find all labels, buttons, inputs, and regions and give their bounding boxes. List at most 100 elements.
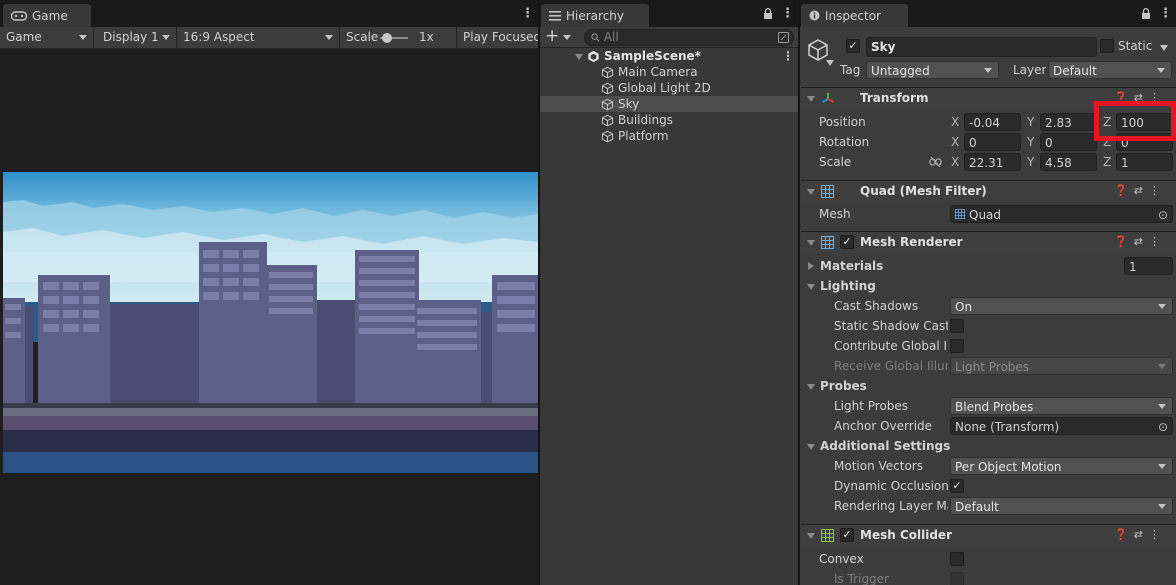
play-focused-label: Play Focused: [463, 30, 538, 44]
foldout-arrow-icon[interactable]: [807, 189, 815, 195]
transform-title: Transform: [860, 91, 929, 105]
lighting-foldout-icon[interactable]: [807, 284, 815, 290]
component-controls[interactable]: ❓⇄⋮: [1114, 184, 1166, 197]
mesh-object-field[interactable]: Quad ⊙: [950, 205, 1173, 223]
layer-dropdown[interactable]: Default: [1048, 61, 1172, 79]
foldout-arrow-icon[interactable]: [807, 96, 815, 102]
expand-arrow-icon[interactable]: [575, 54, 583, 60]
rotation-x-input[interactable]: 0: [964, 133, 1021, 151]
convex-checkbox[interactable]: [950, 552, 964, 566]
scene-menu-icon[interactable]: ⋮: [782, 48, 794, 64]
cast-shadows-value: On: [955, 300, 973, 314]
component-controls[interactable]: ❓⇄⋮: [1114, 235, 1166, 248]
mesh-label: Mesh: [819, 207, 851, 221]
object-picker-icon[interactable]: ⊙: [1158, 418, 1168, 434]
tab-inspector[interactable]: Inspector: [801, 4, 908, 27]
scale-x-input[interactable]: 22.31: [964, 153, 1021, 171]
motion-vectors-dropdown[interactable]: Per Object Motion: [950, 457, 1173, 475]
position-y-axis: Y: [1027, 115, 1035, 129]
chevron-down-icon: [162, 35, 170, 40]
play-focused-dropdown[interactable]: Play Focused: [457, 27, 538, 48]
link-icon[interactable]: [929, 157, 942, 167]
position-y-input[interactable]: 2.83: [1040, 113, 1097, 131]
contribute-gi-label: Contribute Global Illu: [834, 339, 948, 353]
hierarchy-item-label: Global Light 2D: [618, 81, 711, 95]
additional-settings-label: Additional Settings: [820, 439, 951, 453]
probes-foldout-icon[interactable]: [807, 384, 815, 390]
game-toolbar: Game Display 1 16:9 Aspect Scale 1x Play…: [0, 27, 538, 49]
rendering-layer-dropdown[interactable]: Default: [950, 497, 1173, 515]
icon-dropdown-arrow[interactable]: [826, 60, 834, 66]
scale-slider-thumb[interactable]: [382, 33, 392, 43]
mesh-value: Quad: [969, 208, 1002, 222]
contribute-gi-checkbox[interactable]: [950, 339, 964, 353]
hierarchy-item[interactable]: Platform: [540, 128, 798, 144]
mesh-collider-header[interactable]: ✓ Mesh Collider ❓⇄⋮: [801, 524, 1176, 546]
chevron-down-icon: [325, 35, 333, 40]
tab-hierarchy[interactable]: Hierarchy: [541, 4, 649, 27]
anchor-override-field[interactable]: None (Transform) ⊙: [950, 417, 1173, 435]
gameobject-cube-icon: [601, 130, 614, 143]
foldout-arrow-icon[interactable]: [807, 240, 815, 246]
hierarchy-item[interactable]: Main Camera: [540, 64, 798, 80]
mesh-grid-icon: [821, 185, 834, 198]
platform-shadow: [3, 430, 538, 452]
additional-settings-foldout-icon[interactable]: [807, 444, 815, 450]
position-x-input[interactable]: -0.04: [964, 113, 1021, 131]
chevron-down-icon: [563, 35, 571, 40]
lock-icon[interactable]: [763, 8, 773, 20]
mesh-renderer-enabled-checkbox[interactable]: ✓: [840, 235, 854, 249]
search-options-icon[interactable]: [778, 32, 789, 43]
scale-z-axis: Z: [1103, 155, 1112, 169]
cast-shadows-dropdown[interactable]: On: [950, 297, 1173, 315]
component-controls[interactable]: ❓⇄⋮: [1114, 528, 1166, 541]
layer-value: Default: [1053, 64, 1097, 78]
display-dropdown[interactable]: Display 1: [97, 27, 177, 48]
materials-count-input[interactable]: 1: [1124, 257, 1173, 275]
scene-row[interactable]: SampleScene* ⋮: [540, 48, 798, 64]
mesh-filter-header[interactable]: Quad (Mesh Filter) ❓⇄⋮: [801, 180, 1176, 202]
hierarchy-item[interactable]: Sky: [540, 96, 798, 112]
game-view[interactable]: [3, 172, 538, 473]
mesh-renderer-header[interactable]: ✓ Mesh Renderer ❓⇄⋮: [801, 231, 1176, 253]
hierarchy-item[interactable]: Global Light 2D: [540, 80, 798, 96]
static-shadow-caster-checkbox[interactable]: [950, 319, 964, 333]
dynamic-occlusion-label: Dynamic Occlusion: [834, 479, 949, 493]
position-label: Position: [819, 115, 866, 129]
game-mode-dropdown[interactable]: Game: [0, 27, 94, 48]
lock-icon[interactable]: [1141, 8, 1151, 20]
hierarchy-menu-icon[interactable]: ⋮: [781, 6, 794, 21]
add-button[interactable]: +: [545, 26, 559, 46]
light-probes-dropdown[interactable]: Blend Probes: [950, 397, 1173, 415]
object-name-input[interactable]: Sky: [866, 37, 1097, 57]
rendering-layer-value: Default: [955, 500, 999, 514]
hierarchy-item-label: Main Camera: [618, 65, 698, 79]
mesh-collider-enabled-checkbox[interactable]: ✓: [840, 528, 854, 542]
object-picker-icon[interactable]: ⊙: [1158, 206, 1168, 222]
static-checkbox[interactable]: [1100, 39, 1114, 53]
info-icon: [809, 10, 820, 21]
materials-foldout-icon[interactable]: [808, 262, 814, 270]
aspect-label: 16:9 Aspect: [183, 30, 255, 44]
game-menu-icon[interactable]: ⋮: [521, 6, 534, 21]
anchor-override-label: Anchor Override: [834, 419, 933, 433]
foldout-arrow-icon[interactable]: [807, 533, 815, 539]
hierarchy-item[interactable]: Buildings: [540, 112, 798, 128]
scale-z-input[interactable]: 1: [1116, 153, 1173, 171]
scale-y-input[interactable]: 4.58: [1040, 153, 1097, 171]
hierarchy-search-input[interactable]: All: [584, 29, 794, 46]
tag-value: Untagged: [871, 64, 930, 78]
static-label: Static: [1118, 39, 1153, 53]
dynamic-occlusion-checkbox[interactable]: ✓: [950, 479, 964, 493]
highlight-box: [1094, 101, 1176, 141]
aspect-dropdown[interactable]: 16:9 Aspect: [177, 27, 340, 48]
tag-dropdown[interactable]: Untagged: [866, 61, 999, 79]
walkway: [3, 408, 538, 416]
tab-game[interactable]: Game: [3, 4, 91, 27]
inspector-menu-icon[interactable]: ⋮: [1159, 6, 1172, 21]
rotation-y-input[interactable]: 0: [1040, 133, 1097, 151]
rendering-layer-label: Rendering Layer Ma: [834, 499, 948, 513]
active-checkbox[interactable]: ✓: [846, 39, 860, 53]
hierarchy-item-label: Sky: [618, 97, 640, 111]
static-dropdown-arrow[interactable]: [1160, 45, 1168, 51]
